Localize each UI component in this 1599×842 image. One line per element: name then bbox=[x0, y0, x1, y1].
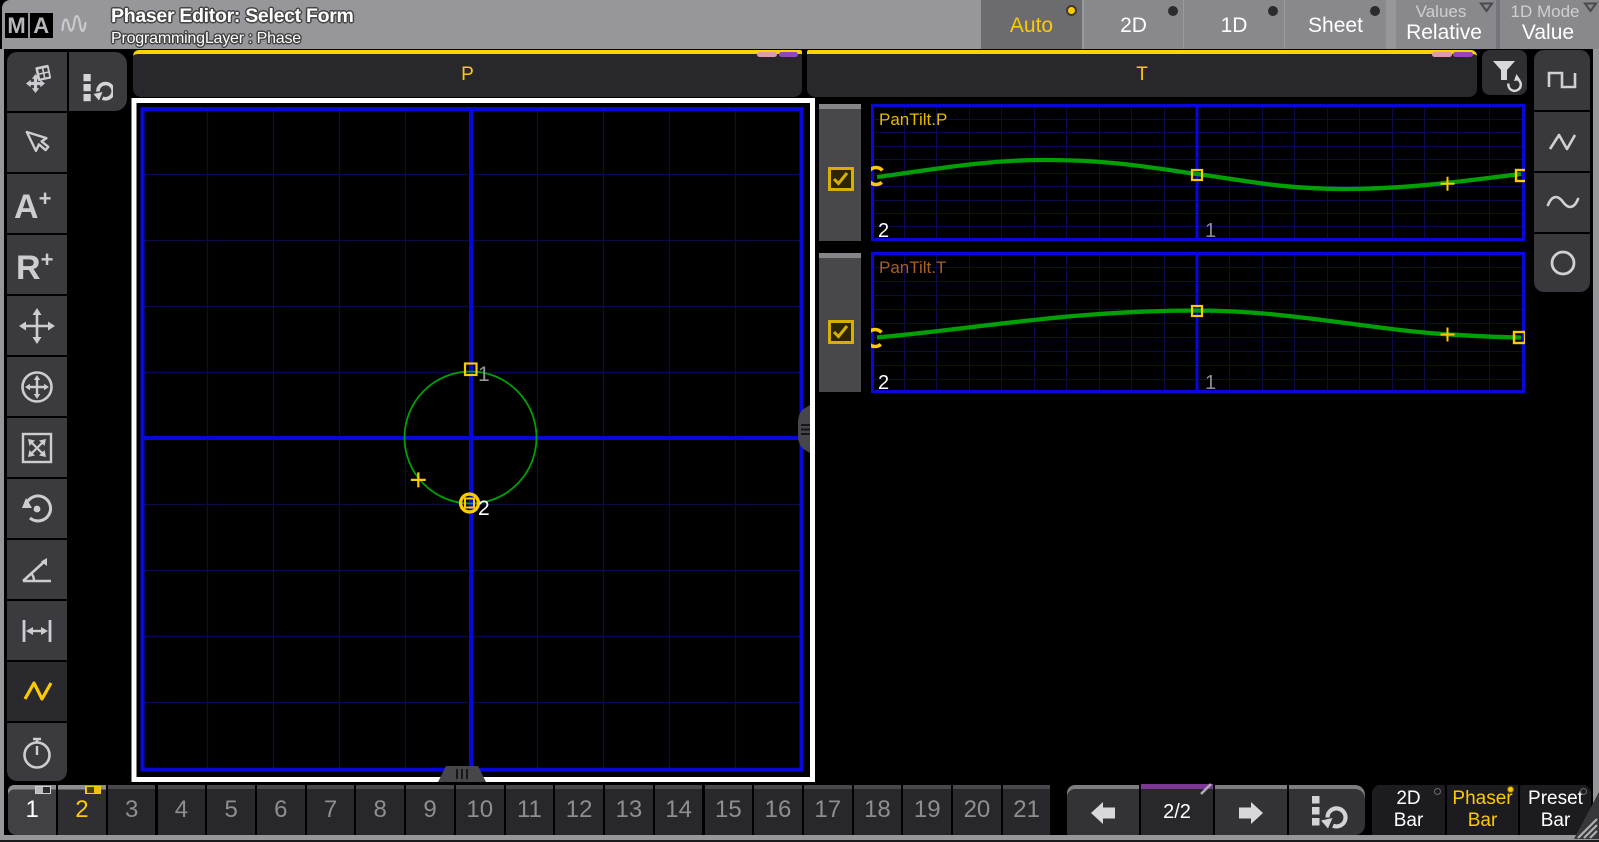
svg-text:PanTilt.T: PanTilt.T bbox=[879, 258, 946, 277]
svg-text:1: 1 bbox=[478, 363, 490, 386]
svg-text:2: 2 bbox=[878, 372, 889, 393]
svg-text:1: 1 bbox=[1205, 372, 1216, 393]
svg-text:1: 1 bbox=[1205, 220, 1216, 241]
svg-text:2: 2 bbox=[478, 497, 490, 520]
svg-text:2: 2 bbox=[878, 220, 889, 241]
svg-text:PanTilt.P: PanTilt.P bbox=[879, 110, 947, 129]
